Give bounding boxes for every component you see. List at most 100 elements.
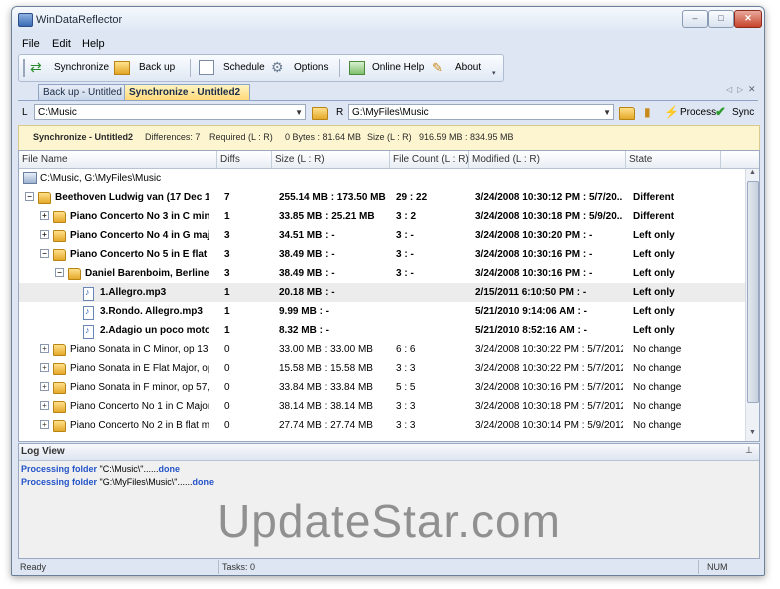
- log-view-panel: Log View ⊥ Processing folder "C:\Music\"…: [18, 443, 760, 559]
- audio-file-icon: [83, 287, 94, 301]
- table-row[interactable]: − Piano Concerto No 5 in E flat m... 3 38.4…: [19, 245, 745, 264]
- status-num: NUM: [707, 562, 728, 572]
- log-view-title: Log View: [21, 446, 65, 457]
- menu-edit[interactable]: Edit: [52, 38, 71, 50]
- scrollbar-thumb[interactable]: [747, 181, 759, 403]
- backup-button[interactable]: Back up: [139, 60, 175, 76]
- summary-differences: Differences: 7: [145, 132, 201, 142]
- left-folder-browse-icon[interactable]: [312, 107, 328, 120]
- about-button[interactable]: About: [455, 60, 481, 76]
- file-count-cell: 5 : 5: [396, 382, 416, 393]
- collapse-icon[interactable]: −: [40, 249, 49, 258]
- synchronize-button[interactable]: Synchronize: [54, 60, 109, 76]
- column-state[interactable]: State: [629, 154, 652, 165]
- modified-cell: 3/24/2008 10:30:18 PM : 5/9/20...: [475, 211, 623, 222]
- toolbar-overflow-icon[interactable]: ▾: [492, 69, 496, 77]
- expand-icon[interactable]: +: [40, 230, 49, 239]
- table-row[interactable]: + Piano Concerto No 2 in B flat ma... 0 27.…: [19, 416, 745, 435]
- table-row[interactable]: − Daniel Barenboim, Berliner ... 3 38.49 MB…: [19, 264, 745, 283]
- log-path: "C:\Music\"......: [99, 464, 159, 474]
- tab-backup-untitled[interactable]: Back up - Untitled: [38, 84, 136, 100]
- tab-close-icon[interactable]: ✕: [748, 84, 756, 95]
- folder-icon: [53, 401, 66, 413]
- right-path-combo[interactable]: G:\MyFiles\Music ▼: [348, 104, 614, 120]
- scroll-up-icon[interactable]: ▲: [749, 169, 756, 176]
- column-size[interactable]: Size (L : R): [275, 154, 325, 165]
- collapse-icon[interactable]: −: [55, 268, 64, 277]
- table-row[interactable]: + Piano Sonata in C Minor, op 13 0 33.00 MB…: [19, 340, 745, 359]
- state-cell: Left only: [633, 325, 675, 336]
- minimize-button[interactable]: –: [682, 10, 708, 28]
- root-row[interactable]: C:\Music, G:\MyFiles\Music: [19, 169, 745, 188]
- close-button[interactable]: ✕: [734, 10, 762, 28]
- root-path: C:\Music, G:\MyFiles\Music: [40, 173, 162, 184]
- document-tabs: Back up - Untitled Synchronize - Untitle…: [18, 82, 758, 101]
- online-help-button[interactable]: Online Help: [372, 60, 424, 76]
- menu-file[interactable]: File: [22, 38, 40, 50]
- left-path-combo[interactable]: C:\Music ▼: [34, 104, 306, 120]
- right-folder-browse-icon[interactable]: [619, 107, 635, 120]
- column-file-count[interactable]: File Count (L : R): [393, 154, 469, 165]
- expand-icon[interactable]: +: [40, 382, 49, 391]
- right-path-value: G:\MyFiles\Music: [352, 107, 429, 118]
- status-tasks: Tasks: 0: [222, 562, 256, 572]
- column-modified[interactable]: Modified (L : R): [472, 154, 540, 165]
- expand-icon[interactable]: +: [40, 344, 49, 353]
- left-path-value: C:\Music: [38, 107, 77, 118]
- file-name-cell: 2.Adagio un poco moto....: [100, 325, 209, 336]
- chevron-down-icon[interactable]: ▼: [295, 105, 303, 121]
- pin-icon[interactable]: ⊥: [745, 445, 753, 456]
- file-count-cell: 3 : -: [396, 268, 414, 279]
- expand-icon[interactable]: +: [40, 401, 49, 410]
- size-cell: 20.18 MB : -: [279, 287, 335, 298]
- log-suffix: done: [192, 477, 214, 487]
- log-prefix: Processing folder: [21, 477, 98, 487]
- size-cell: 33.84 MB : 33.84 MB: [279, 382, 373, 393]
- expand-icon[interactable]: +: [40, 363, 49, 372]
- expand-icon[interactable]: +: [40, 420, 49, 429]
- scroll-down-icon[interactable]: ▼: [749, 429, 756, 436]
- audio-file-icon: [83, 325, 94, 339]
- sync-arrows-icon: ⇄: [30, 59, 42, 75]
- diffs-cell: 3: [224, 268, 230, 279]
- chevron-down-icon[interactable]: ▼: [603, 105, 611, 121]
- column-diffs[interactable]: Diffs: [220, 154, 240, 165]
- diffs-cell: 1: [224, 287, 230, 298]
- column-separator: [389, 151, 390, 168]
- table-row[interactable]: + Piano Sonata in F minor, op 57, ... 0 33.…: [19, 378, 745, 397]
- modified-cell: 3/24/2008 10:30:22 PM : 5/7/2012 ...: [475, 363, 623, 374]
- table-row[interactable]: + Piano Concerto No 4 in G major... 3 34.51…: [19, 226, 745, 245]
- toolbar-separator: [190, 59, 191, 77]
- table-row[interactable]: + Piano Concerto No 3 in C minor... 1 33.85…: [19, 207, 745, 226]
- modified-cell: 3/24/2008 10:30:16 PM : 5/7/2012 ...: [475, 382, 623, 393]
- diffs-cell: 1: [224, 306, 230, 317]
- table-row[interactable]: 2.Adagio un poco moto.... 1 8.32 MB : - 5/2…: [19, 321, 745, 340]
- column-file-name[interactable]: File Name: [22, 154, 68, 165]
- table-row[interactable]: − Beethoven Ludwig van (17 Dec 17... 7 255.…: [19, 188, 745, 207]
- table-row[interactable]: + Piano Concerto No 1 in C Major,... 0 38.1…: [19, 397, 745, 416]
- maximize-button[interactable]: □: [708, 10, 734, 28]
- window-title: WinDataReflector: [36, 14, 123, 26]
- file-count-cell: 29 : 22: [396, 192, 428, 203]
- menu-help[interactable]: Help: [82, 38, 105, 50]
- file-name-cell: Daniel Barenboim, Berliner ...: [85, 268, 209, 279]
- table-row[interactable]: + Piano Sonata in E Flat Major, op ... 0 15…: [19, 359, 745, 378]
- tab-synchronize-untitled2[interactable]: Synchronize - Untitled2: [124, 84, 250, 100]
- table-row[interactable]: 3.Rondo. Allegro.mp3 1 9.99 MB : - 5/21/201…: [19, 302, 745, 321]
- filter-icon[interactable]: ▮: [644, 105, 651, 119]
- diffs-cell: 1: [224, 325, 230, 336]
- size-cell: 38.49 MB : -: [279, 268, 335, 279]
- size-cell: 33.00 MB : 33.00 MB: [279, 344, 373, 355]
- options-button[interactable]: Options: [294, 60, 328, 76]
- schedule-button[interactable]: Schedule: [223, 60, 265, 76]
- sync-button[interactable]: Sync: [732, 107, 754, 118]
- table-row[interactable]: 1.Allegro.mp3 1 20.18 MB : - 2/15/2011 6:10…: [19, 283, 745, 302]
- process-button[interactable]: Process: [680, 107, 716, 118]
- tab-scroll-left-icon[interactable]: ◁: [726, 85, 732, 94]
- state-cell: Different: [633, 211, 675, 222]
- collapse-icon[interactable]: −: [25, 192, 34, 201]
- tab-scroll-right-icon[interactable]: ▷: [737, 85, 743, 94]
- vertical-scrollbar[interactable]: ▲ ▼: [745, 169, 759, 441]
- size-cell: 34.51 MB : -: [279, 230, 335, 241]
- expand-icon[interactable]: +: [40, 211, 49, 220]
